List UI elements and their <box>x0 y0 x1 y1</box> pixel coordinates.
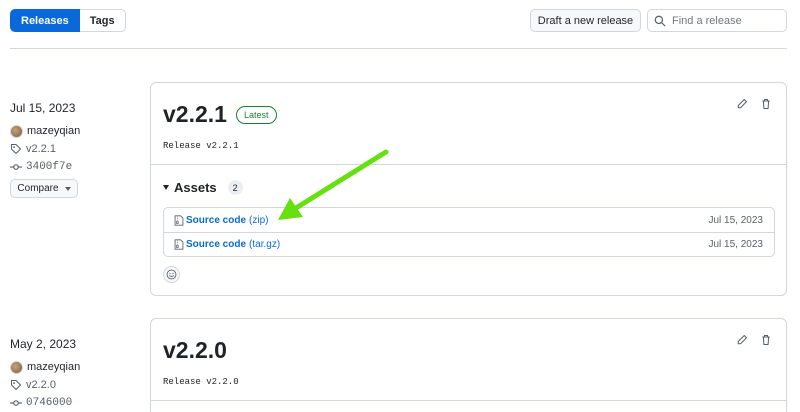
divider <box>10 48 787 49</box>
chevron-down-icon <box>64 186 71 191</box>
release-commit[interactable]: 0746000 <box>10 395 80 411</box>
release-meta: May 2, 2023 mazeyqian v2.2.0 0746000 <box>10 337 80 412</box>
assets-count: 2 <box>227 180 243 195</box>
tag-icon <box>10 143 22 155</box>
release-meta: Jul 15, 2023 mazeyqian v2.2.1 3400f7e Co… <box>10 101 80 198</box>
release-commit[interactable]: 3400f7e <box>10 159 80 175</box>
trash-icon[interactable] <box>760 334 772 346</box>
asset-date: Jul 15, 2023 <box>708 239 764 250</box>
avatar <box>10 360 23 374</box>
release-date: Jul 15, 2023 <box>10 101 76 115</box>
search-icon <box>654 15 666 26</box>
release-date: May 2, 2023 <box>10 337 77 351</box>
asset-ext[interactable]: (tar.gz) <box>249 239 280 250</box>
compare-label: Compare <box>17 183 59 194</box>
tab-tags[interactable]: Tags <box>79 9 126 32</box>
asset-list: Source code (zip) Jul 15, 2023 Source co… <box>163 207 775 257</box>
trash-icon[interactable] <box>760 98 772 110</box>
release-author[interactable]: mazeyqian <box>10 359 80 375</box>
tag-name[interactable]: v2.2.1 <box>26 143 56 155</box>
tag-name[interactable]: v2.2.0 <box>26 379 56 391</box>
asset-date: Jul 15, 2023 <box>708 214 764 226</box>
file-zip-icon <box>174 214 184 226</box>
assets-label: Assets <box>174 180 217 195</box>
add-reaction-button[interactable] <box>163 266 180 283</box>
pencil-icon[interactable] <box>736 334 748 346</box>
pencil-icon[interactable] <box>736 98 748 110</box>
release-author[interactable]: mazeyqian <box>10 123 80 139</box>
asset-name[interactable]: Source code <box>186 239 246 250</box>
draft-release-button[interactable]: Draft a new release <box>530 9 641 32</box>
tag-icon <box>10 379 22 391</box>
smiley-icon <box>166 269 177 280</box>
release-description: Release v2.2.0 <box>163 377 239 387</box>
latest-badge: Latest <box>236 106 277 124</box>
release-tabs: Releases Tags <box>10 9 126 32</box>
commit-sha[interactable]: 3400f7e <box>26 161 72 173</box>
release-card: v2.2.1 Latest Release v2.2.1 Assets 2 So… <box>150 82 787 296</box>
release-description: Release v2.2.1 <box>163 141 239 151</box>
release-actions <box>736 98 772 110</box>
author-name[interactable]: mazeyqian <box>27 361 80 373</box>
assets-toggle[interactable]: Assets 2 <box>163 180 243 195</box>
author-name[interactable]: mazeyqian <box>27 125 80 137</box>
list-item[interactable]: Source code (zip) Jul 15, 2023 <box>164 208 774 232</box>
search-box[interactable] <box>647 9 787 32</box>
release-tag[interactable]: v2.2.0 <box>10 377 80 393</box>
commit-sha[interactable]: 0746000 <box>26 397 72 409</box>
triangle-down-icon <box>163 185 169 190</box>
compare-button[interactable]: Compare <box>10 179 78 198</box>
asset-name[interactable]: Source code <box>186 215 246 226</box>
file-zip-icon <box>174 239 184 250</box>
tab-releases[interactable]: Releases <box>10 9 80 32</box>
asset-ext[interactable]: (zip) <box>249 215 268 226</box>
avatar <box>10 124 23 138</box>
divider <box>151 400 786 401</box>
list-item[interactable]: Source code (tar.gz) Jul 15, 2023 <box>164 232 774 256</box>
commit-icon <box>10 400 22 406</box>
release-title[interactable]: v2.2.1 <box>163 101 227 128</box>
release-title[interactable]: v2.2.0 <box>163 337 227 364</box>
release-tag[interactable]: v2.2.1 <box>10 141 80 157</box>
search-input[interactable] <box>672 14 782 27</box>
release-actions <box>736 334 772 346</box>
divider <box>151 164 786 165</box>
release-card: v2.2.0 Release v2.2.0 <box>150 318 787 412</box>
commit-icon <box>10 164 22 170</box>
